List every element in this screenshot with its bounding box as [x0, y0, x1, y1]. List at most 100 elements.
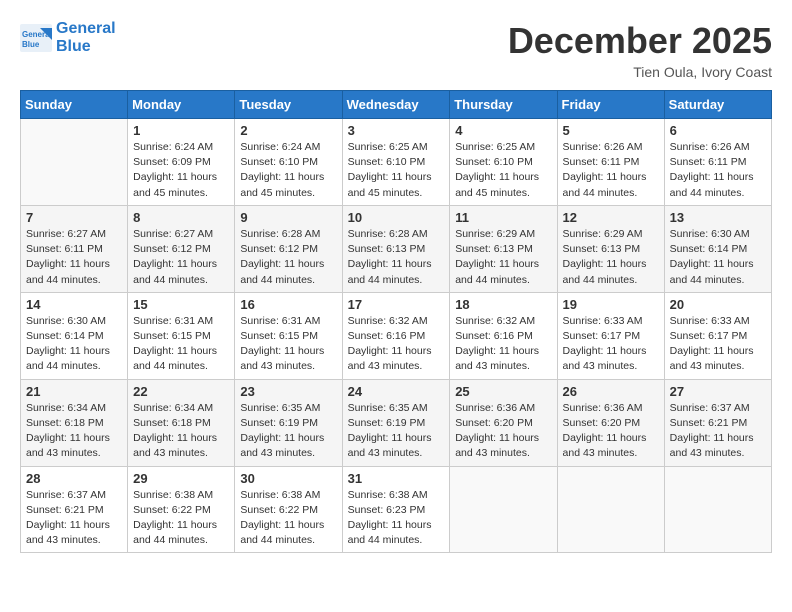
col-thursday: Thursday — [450, 91, 557, 119]
day-info: Sunrise: 6:27 AM Sunset: 6:11 PM Dayligh… — [26, 227, 122, 288]
day-info: Sunrise: 6:32 AM Sunset: 6:16 PM Dayligh… — [348, 314, 445, 375]
calendar-week-row: 21 Sunrise: 6:34 AM Sunset: 6:18 PM Dayli… — [21, 379, 772, 466]
table-row: 24 Sunrise: 6:35 AM Sunset: 6:19 PM Dayli… — [342, 379, 450, 466]
calendar-table: Sunday Monday Tuesday Wednesday Thursday… — [20, 90, 772, 553]
day-info: Sunrise: 6:29 AM Sunset: 6:13 PM Dayligh… — [455, 227, 551, 288]
day-number: 28 — [26, 471, 122, 486]
table-row: 12 Sunrise: 6:29 AM Sunset: 6:13 PM Dayli… — [557, 205, 664, 292]
table-row — [664, 466, 771, 553]
table-row: 14 Sunrise: 6:30 AM Sunset: 6:14 PM Dayli… — [21, 292, 128, 379]
month-title: December 2025 — [508, 20, 772, 62]
day-number: 9 — [240, 210, 336, 225]
table-row: 9Sunrise: 6:28 AM Sunset: 6:12 PM Daylig… — [235, 205, 342, 292]
table-row: 6 Sunrise: 6:26 AM Sunset: 6:11 PM Daylig… — [664, 119, 771, 206]
day-info: Sunrise: 6:25 AM Sunset: 6:10 PM Dayligh… — [455, 140, 551, 201]
day-number: 18 — [455, 297, 551, 312]
day-info: Sunrise: 6:38 AM Sunset: 6:22 PM Dayligh… — [133, 488, 229, 549]
day-info: Sunrise: 6:29 AM Sunset: 6:13 PM Dayligh… — [563, 227, 659, 288]
calendar-week-row: 14 Sunrise: 6:30 AM Sunset: 6:14 PM Dayli… — [21, 292, 772, 379]
logo-text: General — [56, 20, 116, 38]
table-row: 4 Sunrise: 6:25 AM Sunset: 6:10 PM Daylig… — [450, 119, 557, 206]
day-info: Sunrise: 6:28 AM Sunset: 6:13 PM Dayligh… — [348, 227, 445, 288]
day-number: 22 — [133, 384, 229, 399]
table-row: 25Sunrise: 6:36 AM Sunset: 6:20 PM Dayli… — [450, 379, 557, 466]
day-info: Sunrise: 6:37 AM Sunset: 6:21 PM Dayligh… — [26, 488, 122, 549]
calendar-header-row: Sunday Monday Tuesday Wednesday Thursday… — [21, 91, 772, 119]
day-info: Sunrise: 6:38 AM Sunset: 6:22 PM Dayligh… — [240, 488, 336, 549]
table-row: 13Sunrise: 6:30 AM Sunset: 6:14 PM Dayli… — [664, 205, 771, 292]
day-info: Sunrise: 6:31 AM Sunset: 6:15 PM Dayligh… — [240, 314, 336, 375]
day-number: 11 — [455, 210, 551, 225]
day-number: 29 — [133, 471, 229, 486]
page-header: General Blue General Blue December 2025 … — [20, 20, 772, 80]
table-row: 8Sunrise: 6:27 AM Sunset: 6:12 PM Daylig… — [128, 205, 235, 292]
location: Tien Oula, Ivory Coast — [508, 64, 772, 80]
day-number: 2 — [240, 123, 336, 138]
table-row: 7 Sunrise: 6:27 AM Sunset: 6:11 PM Daylig… — [21, 205, 128, 292]
calendar-week-row: 28 Sunrise: 6:37 AM Sunset: 6:21 PM Dayli… — [21, 466, 772, 553]
svg-text:General: General — [22, 30, 52, 39]
day-info: Sunrise: 6:26 AM Sunset: 6:11 PM Dayligh… — [670, 140, 766, 201]
table-row: 21 Sunrise: 6:34 AM Sunset: 6:18 PM Dayli… — [21, 379, 128, 466]
logo-icon: General Blue — [20, 24, 52, 52]
table-row: 16 Sunrise: 6:31 AM Sunset: 6:15 PM Dayli… — [235, 292, 342, 379]
day-info: Sunrise: 6:26 AM Sunset: 6:11 PM Dayligh… — [563, 140, 659, 201]
table-row: 10 Sunrise: 6:28 AM Sunset: 6:13 PM Dayli… — [342, 205, 450, 292]
day-info: Sunrise: 6:24 AM Sunset: 6:09 PM Dayligh… — [133, 140, 229, 201]
day-number: 5 — [563, 123, 659, 138]
day-number: 14 — [26, 297, 122, 312]
day-info: Sunrise: 6:38 AM Sunset: 6:23 PM Dayligh… — [348, 488, 445, 549]
day-number: 15 — [133, 297, 229, 312]
day-number: 16 — [240, 297, 336, 312]
table-row: 3Sunrise: 6:25 AM Sunset: 6:10 PM Daylig… — [342, 119, 450, 206]
day-info: Sunrise: 6:32 AM Sunset: 6:16 PM Dayligh… — [455, 314, 551, 375]
day-info: Sunrise: 6:36 AM Sunset: 6:20 PM Dayligh… — [563, 401, 659, 462]
col-tuesday: Tuesday — [235, 91, 342, 119]
day-number: 4 — [455, 123, 551, 138]
day-number: 24 — [348, 384, 445, 399]
logo-subtext: Blue — [56, 38, 116, 56]
day-number: 1 — [133, 123, 229, 138]
day-info: Sunrise: 6:30 AM Sunset: 6:14 PM Dayligh… — [670, 227, 766, 288]
svg-text:Blue: Blue — [22, 40, 40, 49]
col-wednesday: Wednesday — [342, 91, 450, 119]
table-row: 18 Sunrise: 6:32 AM Sunset: 6:16 PM Dayli… — [450, 292, 557, 379]
table-row: 30 Sunrise: 6:38 AM Sunset: 6:22 PM Dayli… — [235, 466, 342, 553]
day-number: 30 — [240, 471, 336, 486]
table-row — [450, 466, 557, 553]
day-info: Sunrise: 6:34 AM Sunset: 6:18 PM Dayligh… — [26, 401, 122, 462]
day-number: 7 — [26, 210, 122, 225]
table-row: 26 Sunrise: 6:36 AM Sunset: 6:20 PM Dayli… — [557, 379, 664, 466]
day-info: Sunrise: 6:31 AM Sunset: 6:15 PM Dayligh… — [133, 314, 229, 375]
day-number: 10 — [348, 210, 445, 225]
day-number: 17 — [348, 297, 445, 312]
table-row: 1 Sunrise: 6:24 AM Sunset: 6:09 PM Daylig… — [128, 119, 235, 206]
day-info: Sunrise: 6:33 AM Sunset: 6:17 PM Dayligh… — [563, 314, 659, 375]
col-saturday: Saturday — [664, 91, 771, 119]
calendar-week-row: 1 Sunrise: 6:24 AM Sunset: 6:09 PM Daylig… — [21, 119, 772, 206]
col-friday: Friday — [557, 91, 664, 119]
day-number: 26 — [563, 384, 659, 399]
logo: General Blue General Blue — [20, 20, 116, 55]
day-info: Sunrise: 6:24 AM Sunset: 6:10 PM Dayligh… — [240, 140, 336, 201]
day-info: Sunrise: 6:37 AM Sunset: 6:21 PM Dayligh… — [670, 401, 766, 462]
col-monday: Monday — [128, 91, 235, 119]
table-row: 27Sunrise: 6:37 AM Sunset: 6:21 PM Dayli… — [664, 379, 771, 466]
table-row: 29 Sunrise: 6:38 AM Sunset: 6:22 PM Dayli… — [128, 466, 235, 553]
table-row: 28 Sunrise: 6:37 AM Sunset: 6:21 PM Dayli… — [21, 466, 128, 553]
day-info: Sunrise: 6:34 AM Sunset: 6:18 PM Dayligh… — [133, 401, 229, 462]
day-number: 6 — [670, 123, 766, 138]
table-row: 2 Sunrise: 6:24 AM Sunset: 6:10 PM Daylig… — [235, 119, 342, 206]
table-row: 20Sunrise: 6:33 AM Sunset: 6:17 PM Dayli… — [664, 292, 771, 379]
day-number: 20 — [670, 297, 766, 312]
day-info: Sunrise: 6:30 AM Sunset: 6:14 PM Dayligh… — [26, 314, 122, 375]
day-info: Sunrise: 6:36 AM Sunset: 6:20 PM Dayligh… — [455, 401, 551, 462]
table-row — [557, 466, 664, 553]
day-number: 12 — [563, 210, 659, 225]
day-info: Sunrise: 6:35 AM Sunset: 6:19 PM Dayligh… — [348, 401, 445, 462]
title-block: December 2025 Tien Oula, Ivory Coast — [508, 20, 772, 80]
col-sunday: Sunday — [21, 91, 128, 119]
day-number: 21 — [26, 384, 122, 399]
table-row: 19Sunrise: 6:33 AM Sunset: 6:17 PM Dayli… — [557, 292, 664, 379]
table-row: 5 Sunrise: 6:26 AM Sunset: 6:11 PM Daylig… — [557, 119, 664, 206]
